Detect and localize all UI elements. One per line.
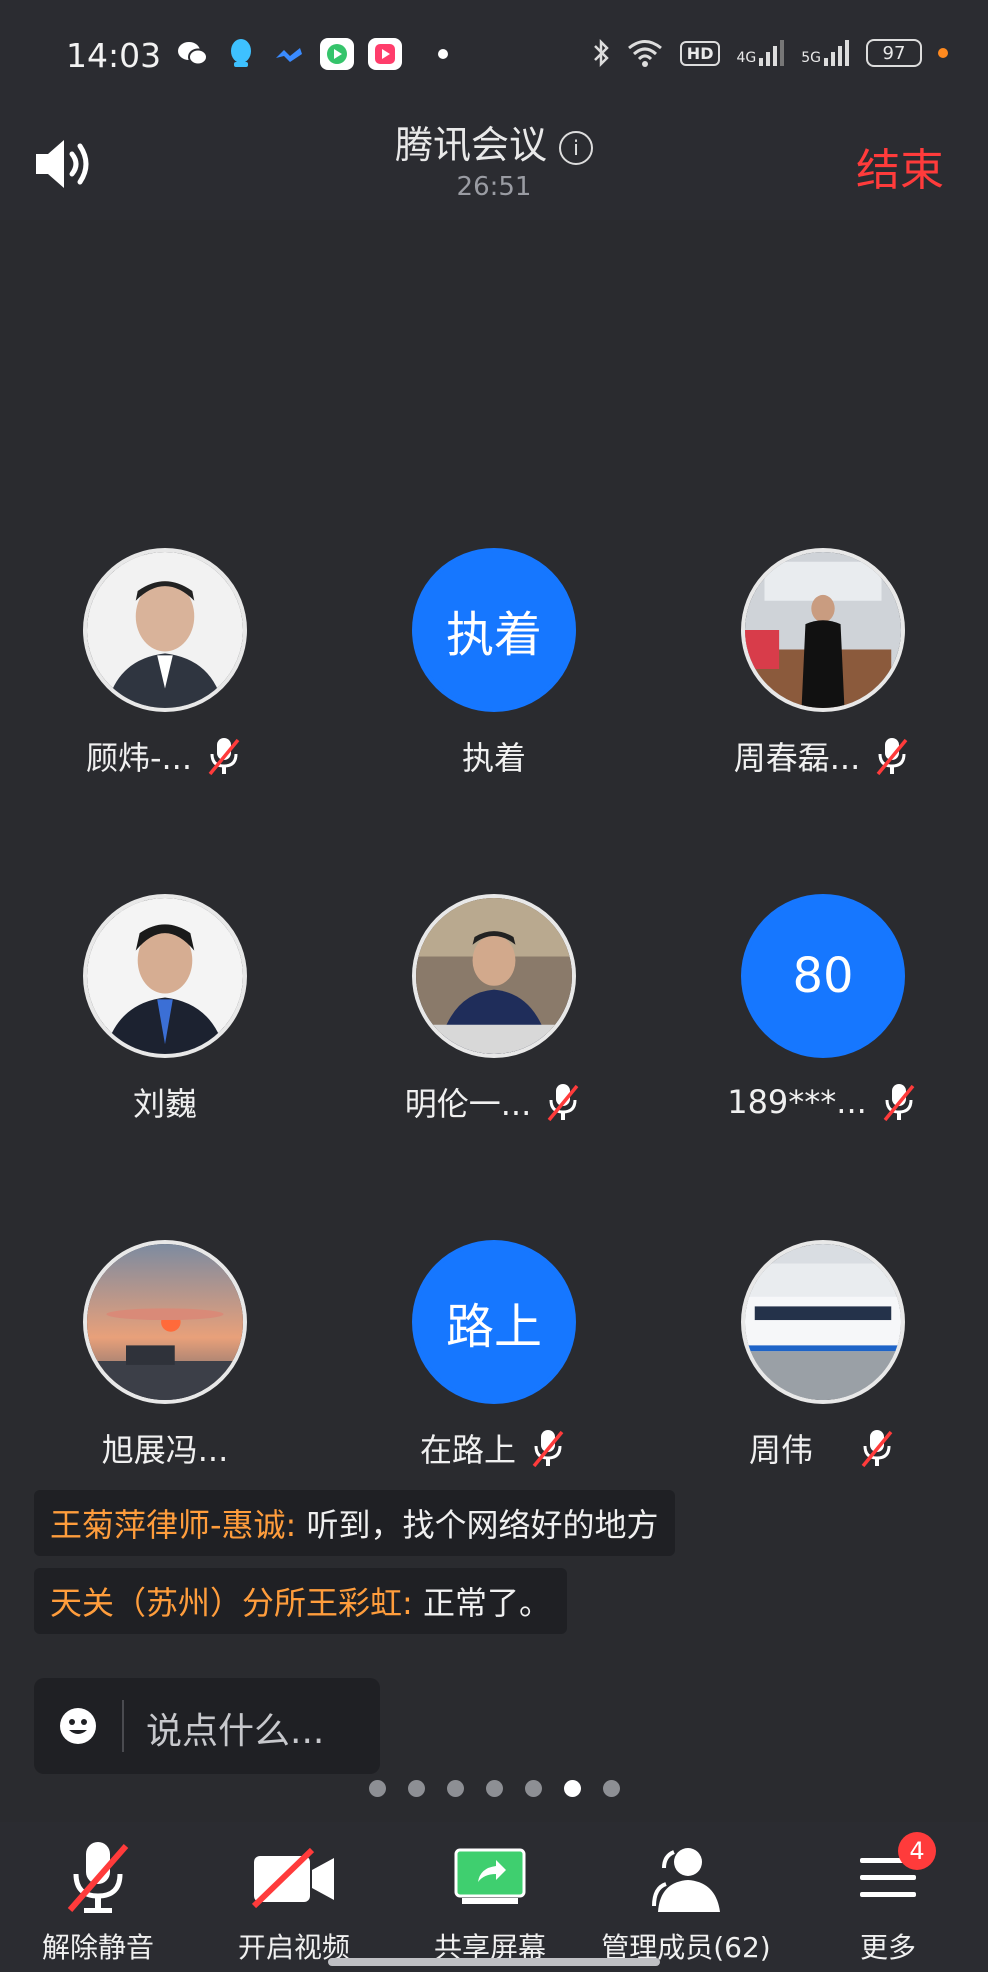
more-label: 更多 [859, 1931, 916, 1964]
avatar: 路上 [412, 1240, 576, 1404]
avatar: 80 [741, 894, 905, 1058]
signal-bars-icon [759, 40, 785, 66]
more-button[interactable]: 4 更多 [790, 1832, 986, 1966]
battery-indicator: 97 [866, 39, 922, 67]
participant-tile[interactable]: 旭展冯... [0, 1240, 330, 1470]
start-video-button[interactable]: 开启视频 [196, 1834, 392, 1966]
input-divider [122, 1700, 124, 1752]
members-icon [652, 1848, 720, 1912]
manage-members-button[interactable]: 管理成员(62) [588, 1834, 784, 1966]
mic-muted-icon [861, 1430, 893, 1468]
share-screen-button[interactable]: 共享屏幕 [392, 1834, 588, 1966]
status-indicators: HD 4G 5G 97 [592, 38, 948, 68]
avatar [741, 548, 905, 712]
chat-input-placeholder: 说点什么... [146, 1711, 325, 1752]
chat-text: 听到，找个网络好的地方 [296, 1506, 659, 1544]
participant-tile[interactable]: 执着 执着 [329, 548, 659, 778]
page-dot[interactable] [524, 1780, 542, 1797]
bottom-toolbar: 解除静音 开启视频 共享屏幕 管理成员(62) 4 更多 [0, 1822, 988, 1972]
meeting-duration: 26:51 [456, 172, 532, 202]
status-bar: 14:03 HD 4G 5G 97 [0, 0, 988, 110]
notification-badge: 4 [898, 1832, 936, 1870]
participant-name: 旭展冯... [101, 1431, 229, 1469]
share-screen-icon [454, 1848, 526, 1904]
mic-muted-icon [67, 1842, 129, 1913]
mic-muted-icon [532, 1430, 564, 1468]
end-meeting-button[interactable]: 结束 [856, 134, 944, 198]
chat-message: 天关（苏州）分所王彩虹: 正常了。 [34, 1568, 567, 1634]
meeting-title[interactable]: 腾讯会议 i [0, 114, 988, 169]
chat-message: 王菊萍律师-惠诚: 听到，找个网络好的地方 [34, 1490, 675, 1556]
avatar [83, 894, 247, 1058]
page-dot[interactable] [407, 1780, 425, 1797]
participant-tile[interactable]: 顾炜-... [0, 548, 330, 778]
status-time: 14:03 [66, 36, 162, 75]
participant-tile[interactable]: 路上 在路上 [329, 1240, 659, 1470]
mic-muted-icon [876, 738, 908, 776]
avatar [83, 548, 247, 712]
unmute-label: 解除静音 [41, 1931, 154, 1964]
media-app-icon [368, 38, 402, 70]
chat-input[interactable]: 说点什么... [34, 1678, 380, 1774]
participant-name: 在路上 [419, 1431, 516, 1469]
page-dot[interactable] [485, 1780, 503, 1797]
participant-name: 周伟 [748, 1431, 813, 1469]
mic-muted-icon [208, 738, 240, 776]
bluetooth-icon [593, 38, 609, 68]
info-icon[interactable]: i [559, 130, 593, 165]
signal-5g: 5G [801, 40, 850, 66]
participant-name: 刘巍 [132, 1085, 197, 1123]
page-indicator [0, 1780, 988, 1797]
feishu-icon [272, 38, 306, 70]
signal-bars-icon [824, 40, 849, 66]
chat-sender: 王菊萍律师-惠诚: [50, 1506, 297, 1544]
participant-name: 明伦一... [404, 1085, 532, 1123]
status-app-icons [176, 38, 448, 70]
video-off-icon [251, 1848, 334, 1908]
home-indicator[interactable] [328, 1958, 660, 1966]
wifi-icon [627, 40, 662, 67]
unmute-button[interactable]: 解除静音 [0, 1834, 196, 1966]
meeting-header: 腾讯会议 i 26:51 结束 [0, 110, 988, 220]
participant-name: 顾炜-... [85, 739, 193, 777]
participant-tile[interactable]: 周伟 [658, 1240, 988, 1470]
participant-name: 周春磊... [733, 739, 861, 777]
mic-muted-icon [547, 1084, 579, 1122]
chat-sender: 天关（苏州）分所王彩虹: [50, 1584, 413, 1622]
notification-dot [438, 49, 448, 59]
avatar [412, 894, 576, 1058]
qq-icon [224, 38, 258, 70]
participant-tile[interactable]: 80 189***... [658, 894, 988, 1124]
avatar: 执着 [412, 548, 576, 712]
participant-tile[interactable]: 周春磊... [658, 548, 988, 778]
page-dot[interactable] [446, 1780, 464, 1797]
participant-tile[interactable]: 刘巍 [0, 894, 330, 1124]
avatar [83, 1240, 247, 1404]
wechat-icon [176, 38, 210, 70]
page-dot-active[interactable] [563, 1780, 581, 1797]
signal-4g: 4G [736, 40, 785, 66]
video-app-icon [320, 38, 354, 70]
participant-tile[interactable]: 明伦一... [329, 894, 659, 1124]
page-dot[interactable] [368, 1780, 386, 1797]
hd-voice-badge: HD [679, 40, 721, 66]
participant-name: 执着 [461, 739, 526, 777]
avatar [741, 1240, 905, 1404]
meeting-title-text: 腾讯会议 [394, 123, 547, 167]
privacy-dot [938, 48, 948, 58]
chat-text: 正常了。 [412, 1584, 551, 1622]
participant-name: 189***... [727, 1083, 867, 1121]
mic-muted-icon [883, 1084, 915, 1122]
emoji-icon[interactable] [58, 1706, 98, 1746]
page-dot[interactable] [602, 1780, 620, 1797]
